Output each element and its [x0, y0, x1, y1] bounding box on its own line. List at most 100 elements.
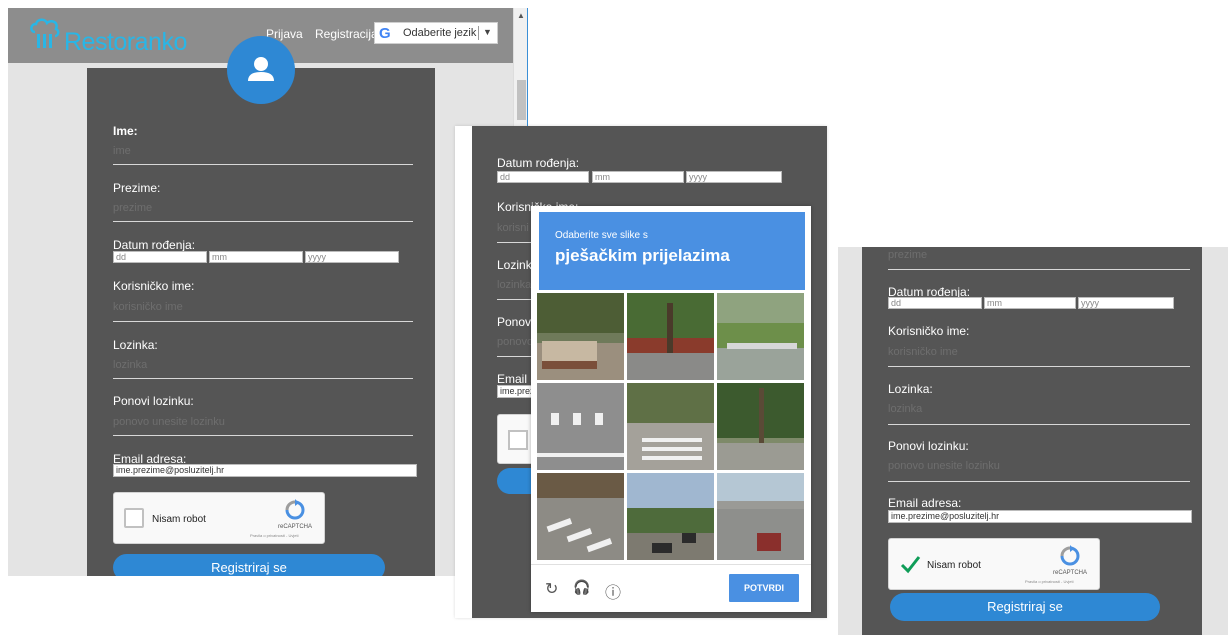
select-divider: [478, 26, 479, 40]
info-icon[interactable]: ⓘ: [605, 579, 621, 603]
last-name-underline: [113, 221, 413, 222]
password-underline: [113, 378, 413, 379]
repeat-password-underline: [113, 435, 413, 436]
last-name-input[interactable]: prezime: [113, 202, 152, 214]
street-image: [717, 473, 804, 560]
recaptcha-widget: Nisam robot reCAPTCHA Pravila o privatno…: [113, 492, 325, 544]
username-input[interactable]: korisničko ime: [113, 301, 183, 313]
username-label: Korisničko ime:: [113, 279, 195, 293]
password-underline: [888, 424, 1190, 425]
challenge-target: pješačkim prijelazima: [555, 246, 730, 265]
registration-form: Ime: ime Prezime: prezime Datum rođenja:…: [87, 68, 435, 576]
dob-day-input[interactable]: dd: [888, 297, 982, 309]
last-name-label: Prezime:: [113, 181, 161, 195]
recaptcha-logo-icon: [285, 499, 305, 520]
email-input[interactable]: ime.prezime@posluzitelj.hr: [113, 464, 417, 477]
street-image: [627, 473, 714, 560]
first-name-input[interactable]: ime: [113, 145, 131, 157]
username-input[interactable]: korisni: [497, 222, 529, 234]
dob-month-input[interactable]: mm: [592, 171, 684, 183]
captcha-tile[interactable]: [537, 383, 624, 470]
scroll-up-arrow-icon[interactable]: ▲: [517, 11, 525, 20]
captcha-tile[interactable]: [717, 473, 804, 560]
password-label: Lozinka:: [113, 338, 158, 352]
street-image: [537, 473, 624, 560]
dob-day-input[interactable]: dd: [113, 251, 207, 263]
register-button[interactable]: Registriraj se: [890, 593, 1160, 621]
captcha-tile[interactable]: [537, 293, 624, 380]
avatar: [227, 36, 295, 104]
user-icon: [248, 57, 274, 81]
street-image: [717, 383, 804, 470]
dropdown-arrow-icon: ▼: [483, 27, 492, 37]
last-name-underline: [888, 269, 1190, 270]
email-input[interactable]: ime.prezime@posluzitelj.hr: [888, 510, 1192, 523]
language-select-value: Odaberite jezik: [403, 27, 477, 39]
username-underline: [888, 366, 1190, 367]
reload-icon[interactable]: ↻: [545, 579, 558, 599]
nav-register-link[interactable]: Registracija: [315, 27, 378, 41]
checkmark-icon[interactable]: [899, 553, 921, 575]
recaptcha-checkbox[interactable]: [124, 508, 144, 528]
dob-label: Datum rođenja:: [497, 156, 580, 170]
challenge-instruction: Odaberite sve slike s: [555, 230, 648, 241]
email-label: Email adresa:: [888, 496, 962, 510]
logo-chef-icon: [30, 18, 60, 48]
repeat-password-input[interactable]: ponovo unesite lozinku: [113, 416, 225, 428]
recaptcha-brand: reCAPTCHA: [1053, 570, 1088, 576]
captcha-tile[interactable]: [717, 293, 804, 380]
recaptcha-label: Nisam robot: [152, 514, 206, 525]
scrollbar-thumb[interactable]: [517, 80, 526, 120]
repeat-password-input[interactable]: ponovo: [497, 336, 533, 348]
password-input[interactable]: lozinka: [113, 359, 147, 371]
dob-month-input[interactable]: mm: [984, 297, 1076, 309]
google-g-icon: G: [379, 25, 391, 42]
verify-button[interactable]: POTVRDI: [729, 574, 799, 602]
register-button[interactable]: Registriraj se: [113, 554, 385, 576]
captcha-tile[interactable]: [627, 383, 714, 470]
repeat-password-underline: [888, 481, 1190, 482]
brand-name[interactable]: Restoranko: [64, 28, 187, 57]
language-select[interactable]: G Odaberite jezik ▼: [374, 22, 498, 44]
dob-label: Datum rođenja:: [113, 238, 196, 252]
registration-form: prezime Datum rođenja: dd mm yyyy Korisn…: [862, 247, 1202, 635]
repeat-password-label: Ponovi lozinku:: [113, 394, 194, 408]
username-underline: [113, 321, 413, 322]
dob-year-input[interactable]: yyyy: [1078, 297, 1174, 309]
street-image: [537, 293, 624, 380]
registration-window-3: prezime Datum rođenja: dd mm yyyy Korisn…: [838, 247, 1228, 635]
last-name-input[interactable]: prezime: [888, 249, 927, 261]
password-label: Lozinka:: [888, 382, 933, 396]
recaptcha-brand: reCAPTCHA: [278, 524, 313, 530]
recaptcha-privacy-links[interactable]: Pravila o privatnosti - Uvjeti: [250, 533, 298, 538]
first-name-label: Ime:: [113, 124, 138, 138]
dob-month-input[interactable]: mm: [209, 251, 303, 263]
street-image: [627, 383, 714, 470]
street-image: [717, 293, 804, 380]
recaptcha-privacy-links[interactable]: Pravila o privatnosti - Uvjeti: [1025, 579, 1073, 584]
username-label: Korisničko ime:: [888, 324, 970, 338]
captcha-tile[interactable]: [627, 473, 714, 560]
first-name-underline: [113, 164, 413, 165]
registration-window-1: Restoranko Prijava Registracija G Odaber…: [8, 8, 528, 576]
challenge-header: Odaberite sve slike s pješačkim prijelaz…: [539, 212, 805, 290]
recaptcha-checkbox[interactable]: [508, 430, 528, 450]
recaptcha-widget: Nisam robot reCAPTCHA Pravila o privatno…: [888, 538, 1100, 590]
dob-year-input[interactable]: yyyy: [686, 171, 782, 183]
captcha-challenge-window: Datum rođenja: dd mm yyyy Korisničko ime…: [455, 126, 827, 618]
captcha-tile[interactable]: [627, 293, 714, 380]
password-input[interactable]: lozinka: [497, 279, 531, 291]
captcha-tile[interactable]: [717, 383, 804, 470]
password-input[interactable]: lozinka: [888, 403, 922, 415]
recaptcha-logo-icon: [1060, 545, 1080, 566]
recaptcha-label: Nisam robot: [927, 560, 981, 571]
dob-year-input[interactable]: yyyy: [305, 251, 399, 263]
street-image: [627, 293, 714, 380]
repeat-password-label: Ponovi lozinku:: [888, 439, 969, 453]
repeat-password-input[interactable]: ponovo unesite lozinku: [888, 460, 1000, 472]
captcha-challenge-dialog: Odaberite sve slike s pješačkim prijelaz…: [531, 206, 811, 612]
captcha-tile[interactable]: [537, 473, 624, 560]
audio-headphones-icon[interactable]: 🎧: [573, 579, 590, 596]
username-input[interactable]: korisničko ime: [888, 346, 958, 358]
dob-day-input[interactable]: dd: [497, 171, 589, 183]
